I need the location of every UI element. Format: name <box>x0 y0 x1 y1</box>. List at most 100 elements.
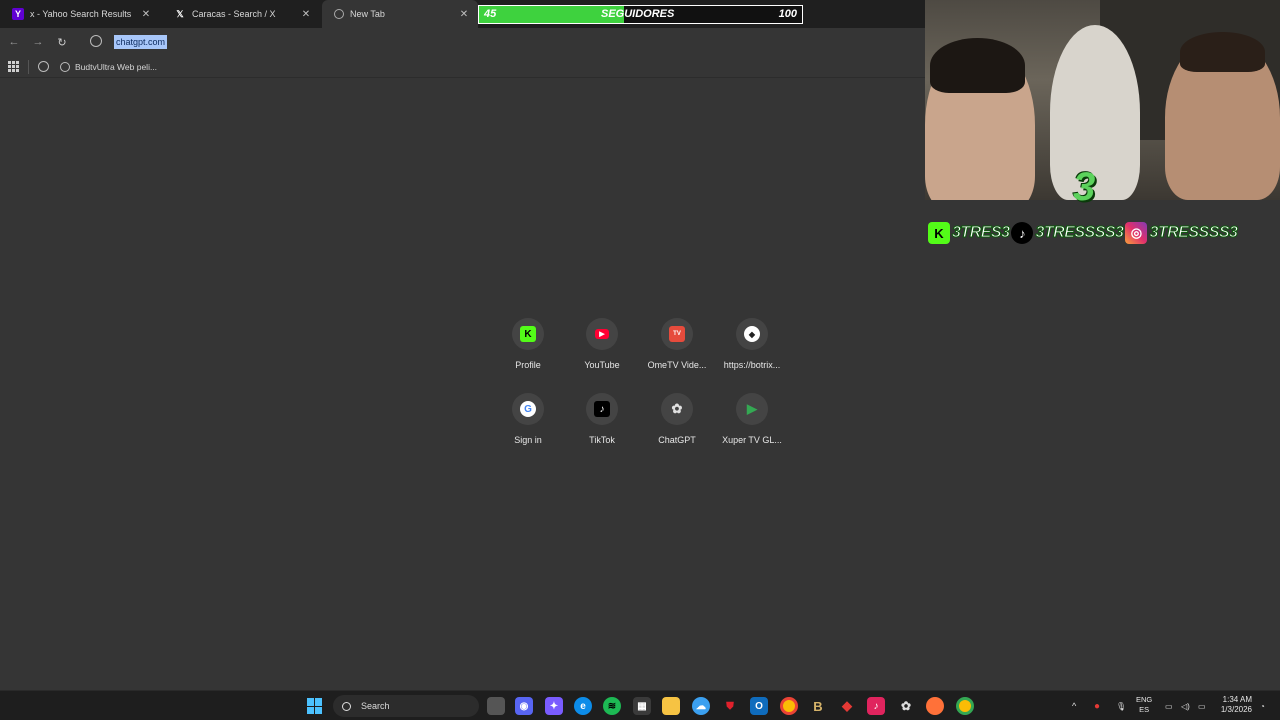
shortcut-label: Sign in <box>514 435 542 445</box>
windows-start-icon[interactable] <box>307 698 323 714</box>
kick-icon: K <box>520 326 536 342</box>
clock-date: 1/3/2026 <box>1220 705 1252 714</box>
tab-title: New Tab <box>350 9 385 19</box>
shortcut-sign-in[interactable]: G Sign in <box>488 393 568 445</box>
task-view-icon[interactable] <box>487 697 505 715</box>
yahoo-icon: Y <box>12 8 24 20</box>
mcafee-icon[interactable]: ⛊ <box>721 697 739 715</box>
globe-icon <box>60 62 70 72</box>
globe-icon[interactable] <box>38 61 49 72</box>
botrix-icon: ◆ <box>744 326 760 342</box>
language-bottom: ES <box>1139 705 1150 714</box>
shortcut-tiktok[interactable]: ♪ TikTok <box>562 393 642 445</box>
shortcut-chatgpt[interactable]: ✿ ChatGPT <box>637 393 717 445</box>
address-bar[interactable]: chatgpt.com <box>114 35 168 49</box>
shortcut-tile: TV <box>661 318 693 350</box>
tab-x-search[interactable]: 𝕏 Caracas - Search / X ✕ <box>162 0 320 28</box>
red-diamond-icon[interactable]: ◆ <box>838 697 856 715</box>
bookmark-label: BudtvUltra Web peli... <box>75 62 158 72</box>
webcam-overlay <box>925 0 1280 200</box>
tab-title: Caracas - Search / X <box>192 9 276 19</box>
shortcut-label: TikTok <box>589 435 615 445</box>
shortcut-label: https://botrix... <box>723 360 781 370</box>
tray-chevron-icon[interactable]: ^ <box>1072 691 1076 720</box>
shortcut-youtube[interactable]: ▶ YouTube <box>562 318 642 370</box>
shortcut-label: Profile <box>515 360 541 370</box>
chrome-icon[interactable] <box>956 697 974 715</box>
shortcut-tile: ◆ <box>736 318 768 350</box>
close-icon[interactable]: ✕ <box>140 9 152 20</box>
tab-yahoo-search[interactable]: Y x - Yahoo Search Results ✕ <box>0 0 160 28</box>
apps-grid-icon[interactable] <box>8 61 19 72</box>
microphone-icon[interactable]: 🎙 <box>1116 691 1126 720</box>
chatgpt-icon[interactable]: ✿ <box>897 697 915 715</box>
person-right-hair <box>1180 32 1265 72</box>
follower-count: 45 <box>484 8 497 20</box>
edge-icon[interactable]: e <box>574 697 592 715</box>
play-store-icon: ▶ <box>747 401 757 416</box>
network-icon[interactable]: ● <box>1094 691 1100 720</box>
shortcut-ometv[interactable]: TV OmeTV Vide... <box>637 318 717 370</box>
clock[interactable]: 1:34 AM 1/3/2026 <box>1210 695 1252 715</box>
close-icon[interactable]: ✕ <box>300 9 312 20</box>
shortcut-tile: K <box>512 318 544 350</box>
chatgpt-icon: ✿ <box>671 401 683 416</box>
bookmark-item[interactable]: BudtvUltra Web peli... <box>60 59 157 75</box>
shortcut-profile[interactable]: K Profile <box>488 318 568 370</box>
back-icon[interactable]: ← <box>6 34 22 50</box>
tiktok-icon: ♪ <box>594 401 610 417</box>
kick-handle: 3TRES3 <box>951 224 1010 242</box>
store-icon[interactable]: ▦ <box>633 697 651 715</box>
shortcut-label: OmeTV Vide... <box>647 360 707 370</box>
shortcut-tile: ▶ <box>586 318 618 350</box>
display-icon[interactable]: ▭ <box>1165 691 1173 720</box>
file-explorer-icon[interactable] <box>662 697 680 715</box>
divider <box>28 60 29 74</box>
shortcut-label: YouTube <box>584 360 620 370</box>
volume-icon[interactable]: ◁) <box>1181 691 1190 720</box>
discord-icon[interactable]: ◉ <box>515 697 533 715</box>
tiktok-icon: ♪ <box>1011 222 1034 244</box>
tab-title: x - Yahoo Search Results <box>30 9 132 19</box>
tiktok-icon[interactable]: ♪ <box>867 697 885 715</box>
tab-new-tab[interactable]: New Tab ✕ <box>322 0 478 28</box>
weather-icon[interactable]: ☁ <box>692 697 710 715</box>
clock-time: 1:34 AM <box>1222 695 1252 704</box>
bookmarks-bar: BudtvUltra Web peli... <box>0 56 925 78</box>
shortcut-tile: G <box>512 393 544 425</box>
follower-label: SEGUIDORES <box>601 8 675 20</box>
shortcut-botrix[interactable]: ◆ https://botrix... <box>712 318 792 370</box>
site-info-icon[interactable] <box>90 35 102 47</box>
copilot-icon[interactable]: ✦ <box>545 697 563 715</box>
google-icon: G <box>520 401 536 417</box>
youtube-icon: ▶ <box>595 329 609 339</box>
language-indicator[interactable]: ENG ES <box>1136 695 1152 715</box>
notification-bell-icon[interactable]: ◔ <box>1260 691 1265 720</box>
follower-goal-bar: 45 SEGUIDORES 100 <box>478 5 803 24</box>
tiktok-handle: 3TRESSSS3 <box>1035 224 1124 242</box>
taskbar-search[interactable]: Search <box>333 695 479 717</box>
social-handles-banner: K 3TRES3 ♪ 3TRESSSS3 ◎ 3TRESSSS3 <box>928 220 1278 246</box>
globe-icon <box>334 9 344 19</box>
shortcut-label: Xuper TV GL... <box>722 435 782 445</box>
language-top: ENG <box>1136 695 1153 704</box>
ometv-icon: TV <box>669 326 685 342</box>
forward-icon[interactable]: → <box>30 34 46 50</box>
chrome-icon[interactable] <box>780 697 798 715</box>
instagram-handle: 3TRESSSS3 <box>1149 224 1238 242</box>
shortcut-tile: ♪ <box>586 393 618 425</box>
shortcut-tile: ✿ <box>661 393 693 425</box>
taskbar: Search ◉ ✦ e ≋ ▦ ☁ ⛊ O B ◆ ♪ ✿ ^ ● 🎙 ENG… <box>0 690 1280 720</box>
firefox-icon[interactable] <box>926 697 944 715</box>
shortcut-xuper-tv[interactable]: ▶ Xuper TV GL... <box>712 393 792 445</box>
spotify-icon[interactable]: ≋ <box>603 697 621 715</box>
outlook-icon[interactable]: O <box>750 697 768 715</box>
bold-b-icon[interactable]: B <box>809 697 827 715</box>
streamer-hair <box>930 38 1025 93</box>
kick-icon: K <box>928 222 950 244</box>
battery-icon[interactable]: ▭ <box>1198 691 1206 720</box>
shortcut-tile: ▶ <box>736 393 768 425</box>
reload-icon[interactable]: ↻ <box>54 34 70 50</box>
close-icon[interactable]: ✕ <box>458 9 470 20</box>
shortcut-label: ChatGPT <box>658 435 696 445</box>
